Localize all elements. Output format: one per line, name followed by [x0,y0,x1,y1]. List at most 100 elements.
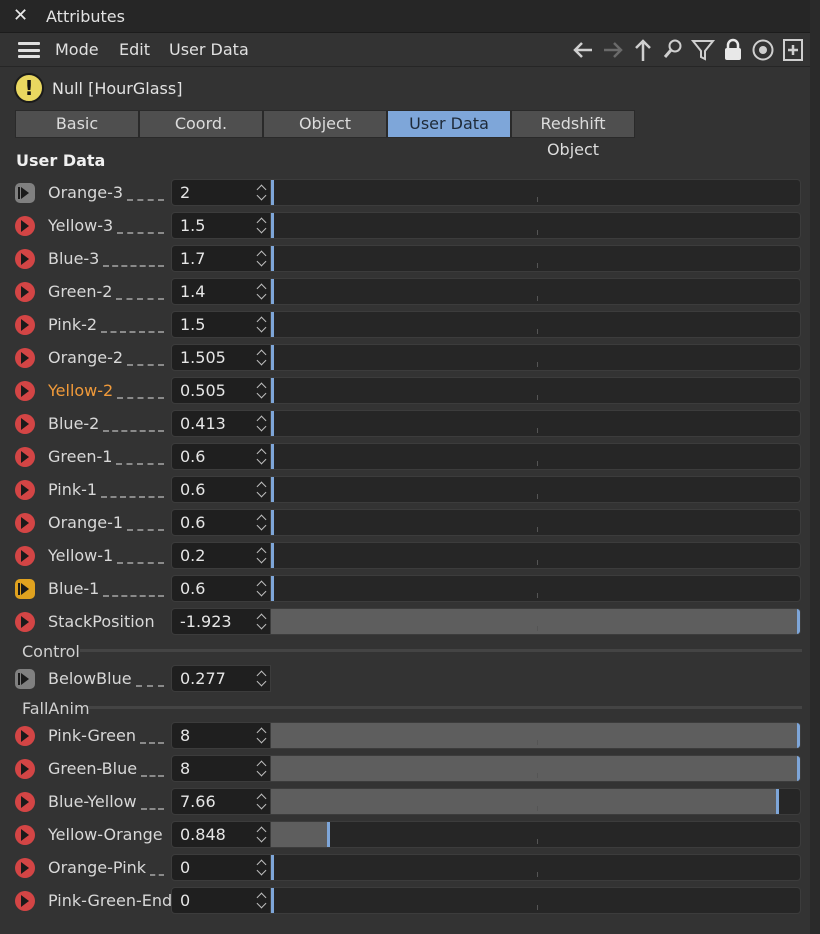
slider-handle[interactable] [271,510,274,535]
spinner-arrows-icon[interactable] [256,381,268,401]
tab-redshift-object[interactable]: Redshift Object [511,110,635,159]
value-input[interactable]: 8 [171,722,271,749]
animation-port-icon[interactable] [15,414,35,434]
hamburger-menu-icon[interactable] [18,42,40,58]
forward-arrow-icon[interactable] [600,36,626,64]
spinner-arrows-icon[interactable] [256,891,268,911]
slider-handle[interactable] [271,444,274,469]
animation-port-icon[interactable] [15,216,35,236]
tab-object[interactable]: Object [263,110,387,138]
spinner-arrows-icon[interactable] [256,612,268,632]
value-slider[interactable] [271,575,801,602]
group-title-fallanim[interactable]: FallAnim [22,699,90,718]
value-input[interactable]: 7.66 [171,788,271,815]
tab-basic[interactable]: Basic [15,110,139,138]
spinner-arrows-icon[interactable] [256,669,268,689]
value-input[interactable]: 0.6 [171,575,271,602]
value-slider[interactable] [271,887,801,914]
spinner-arrows-icon[interactable] [256,726,268,746]
animation-port-icon[interactable] [15,858,35,878]
animation-port-icon[interactable] [15,282,35,302]
value-input[interactable]: 2 [171,179,271,206]
animation-port-icon[interactable] [15,348,35,368]
value-slider[interactable] [271,278,801,305]
value-slider[interactable] [271,788,801,815]
animation-port-icon[interactable] [15,513,35,533]
slider-handle[interactable] [271,279,274,304]
slider-handle[interactable] [271,213,274,238]
slider-handle[interactable] [797,756,800,781]
value-slider[interactable] [271,509,801,536]
spinner-arrows-icon[interactable] [256,348,268,368]
spinner-arrows-icon[interactable] [256,447,268,467]
value-input[interactable]: 0.413 [171,410,271,437]
search-icon[interactable] [660,36,686,64]
value-input[interactable]: 0.2 [171,542,271,569]
value-slider[interactable] [271,476,801,503]
slider-handle[interactable] [797,723,800,748]
animation-port-icon[interactable] [15,612,35,632]
spinner-arrows-icon[interactable] [256,315,268,335]
value-input[interactable]: 1.7 [171,245,271,272]
back-arrow-icon[interactable] [570,36,596,64]
spinner-arrows-icon[interactable] [256,858,268,878]
slider-handle[interactable] [271,543,274,568]
animation-port-icon[interactable] [15,891,35,911]
value-slider[interactable] [271,245,801,272]
target-icon[interactable] [750,36,776,64]
close-icon[interactable]: ✕ [13,5,28,26]
slider-handle[interactable] [797,609,800,634]
value-slider[interactable] [271,542,801,569]
animation-port-icon[interactable] [15,792,35,812]
spinner-arrows-icon[interactable] [256,249,268,269]
animation-port-icon[interactable] [15,315,35,335]
animation-port-icon[interactable] [15,579,35,599]
slider-handle[interactable] [271,345,274,370]
spinner-arrows-icon[interactable] [256,792,268,812]
spinner-arrows-icon[interactable] [256,759,268,779]
spinner-arrows-icon[interactable] [256,183,268,203]
slider-handle[interactable] [271,477,274,502]
animation-port-icon[interactable] [15,726,35,746]
value-slider[interactable] [271,311,801,338]
spinner-arrows-icon[interactable] [256,579,268,599]
animation-port-icon[interactable] [15,825,35,845]
slider-handle[interactable] [271,576,274,601]
animation-port-icon[interactable] [15,759,35,779]
menu-edit[interactable]: Edit [119,40,150,59]
slider-handle[interactable] [327,822,330,847]
up-arrow-icon[interactable] [630,36,656,64]
value-input[interactable]: 0.6 [171,476,271,503]
slider-handle[interactable] [776,789,779,814]
value-slider[interactable] [271,755,801,782]
animation-port-icon[interactable] [15,480,35,500]
filter-icon[interactable] [690,36,716,64]
spinner-arrows-icon[interactable] [256,825,268,845]
spinner-arrows-icon[interactable] [256,480,268,500]
value-input[interactable]: 1.4 [171,278,271,305]
slider-handle[interactable] [271,855,274,880]
slider-handle[interactable] [271,180,274,205]
value-input[interactable]: 0.848 [171,821,271,848]
spinner-arrows-icon[interactable] [256,282,268,302]
value-slider[interactable] [271,854,801,881]
animation-port-icon[interactable] [15,183,35,203]
lock-icon[interactable] [720,36,746,64]
tab-user-data[interactable]: User Data [387,110,511,138]
value-slider[interactable] [271,179,801,206]
value-slider[interactable] [271,410,801,437]
animation-port-icon[interactable] [15,669,35,689]
value-input[interactable]: 1.505 [171,344,271,371]
slider-handle[interactable] [271,378,274,403]
value-slider[interactable] [271,722,801,749]
value-input[interactable]: 1.5 [171,212,271,239]
spinner-arrows-icon[interactable] [256,546,268,566]
menu-user-data[interactable]: User Data [169,40,249,59]
value-input[interactable]: 1.5 [171,311,271,338]
value-input[interactable]: 0 [171,854,271,881]
value-input[interactable]: -1.923 [171,608,271,635]
value-input[interactable]: 0.277 [171,665,271,692]
value-slider[interactable] [271,212,801,239]
animation-port-icon[interactable] [15,447,35,467]
new-panel-icon[interactable] [780,36,806,64]
